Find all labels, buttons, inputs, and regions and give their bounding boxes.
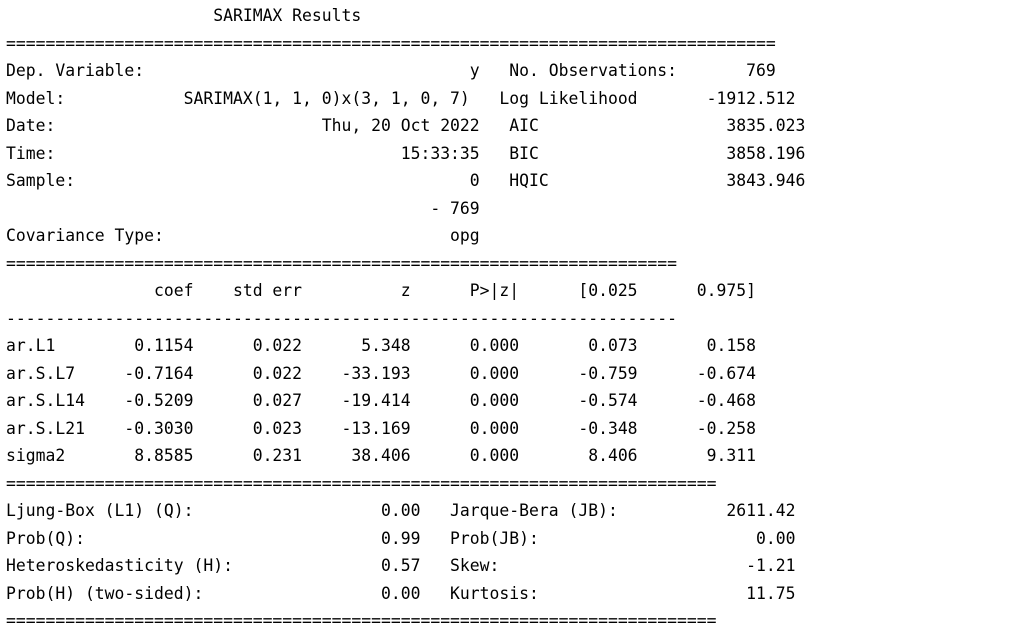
summary-row-model: Model: SARIMAX(1, 1, 0)x(3, 1, 0, 7) Log… xyxy=(6,88,796,108)
summary-row-dep-variable: Dep. Variable: y No. Observations: 769 xyxy=(6,61,776,80)
diagnostics-row-prob-h: Prob(H) (two-sided): 0.00 Kurtosis: 11.7… xyxy=(6,583,796,603)
diagnostics-row-heteroskedasticity: Heteroskedasticity (H): 0.57 Skew: -1.21 xyxy=(6,556,796,575)
separator-line: ========================================… xyxy=(6,33,776,53)
dash-separator-line: ----------------------------------------… xyxy=(6,308,678,328)
summary-row-date: Date: Thu, 20 Oct 2022 AIC 3835.023 xyxy=(6,116,806,135)
separator-line: ========================================… xyxy=(6,611,717,630)
coef-table-header: coef std err z P>|z| [0.025 0.975] xyxy=(6,281,756,300)
coef-row-ar-s-l14: ar.S.L14 -0.5209 0.027 -19.414 0.000 -0.… xyxy=(6,391,756,410)
summary-row-sample: Sample: 0 HQIC 3843.946 xyxy=(6,171,806,190)
results-title: SARIMAX Results xyxy=(6,6,776,25)
separator-line: ========================================… xyxy=(6,253,678,273)
summary-row-covariance-type: Covariance Type: opg xyxy=(6,226,796,245)
coef-row-ar-l1: ar.L1 0.1154 0.022 5.348 0.000 0.073 0.1… xyxy=(6,336,756,355)
coef-row-sigma2: sigma2 8.8585 0.231 38.406 0.000 8.406 9… xyxy=(6,446,756,465)
summary-row-time: Time: 15:33:35 BIC 3858.196 xyxy=(6,143,806,163)
diagnostics-row-ljung-box: Ljung-Box (L1) (Q): 0.00 Jarque-Bera (JB… xyxy=(6,501,796,520)
summary-row-sample-range: - 769 xyxy=(6,198,796,218)
sarimax-results-output: SARIMAX Results ========================… xyxy=(6,2,1006,635)
separator-line: ========================================… xyxy=(6,473,717,493)
coef-row-ar-s-l21: ar.S.L21 -0.3030 0.023 -13.169 0.000 -0.… xyxy=(6,418,756,438)
diagnostics-row-prob-q: Prob(Q): 0.99 Prob(JB): 0.00 xyxy=(6,528,796,548)
coef-row-ar-s-l7: ar.S.L7 -0.7164 0.022 -33.193 0.000 -0.7… xyxy=(6,363,756,383)
